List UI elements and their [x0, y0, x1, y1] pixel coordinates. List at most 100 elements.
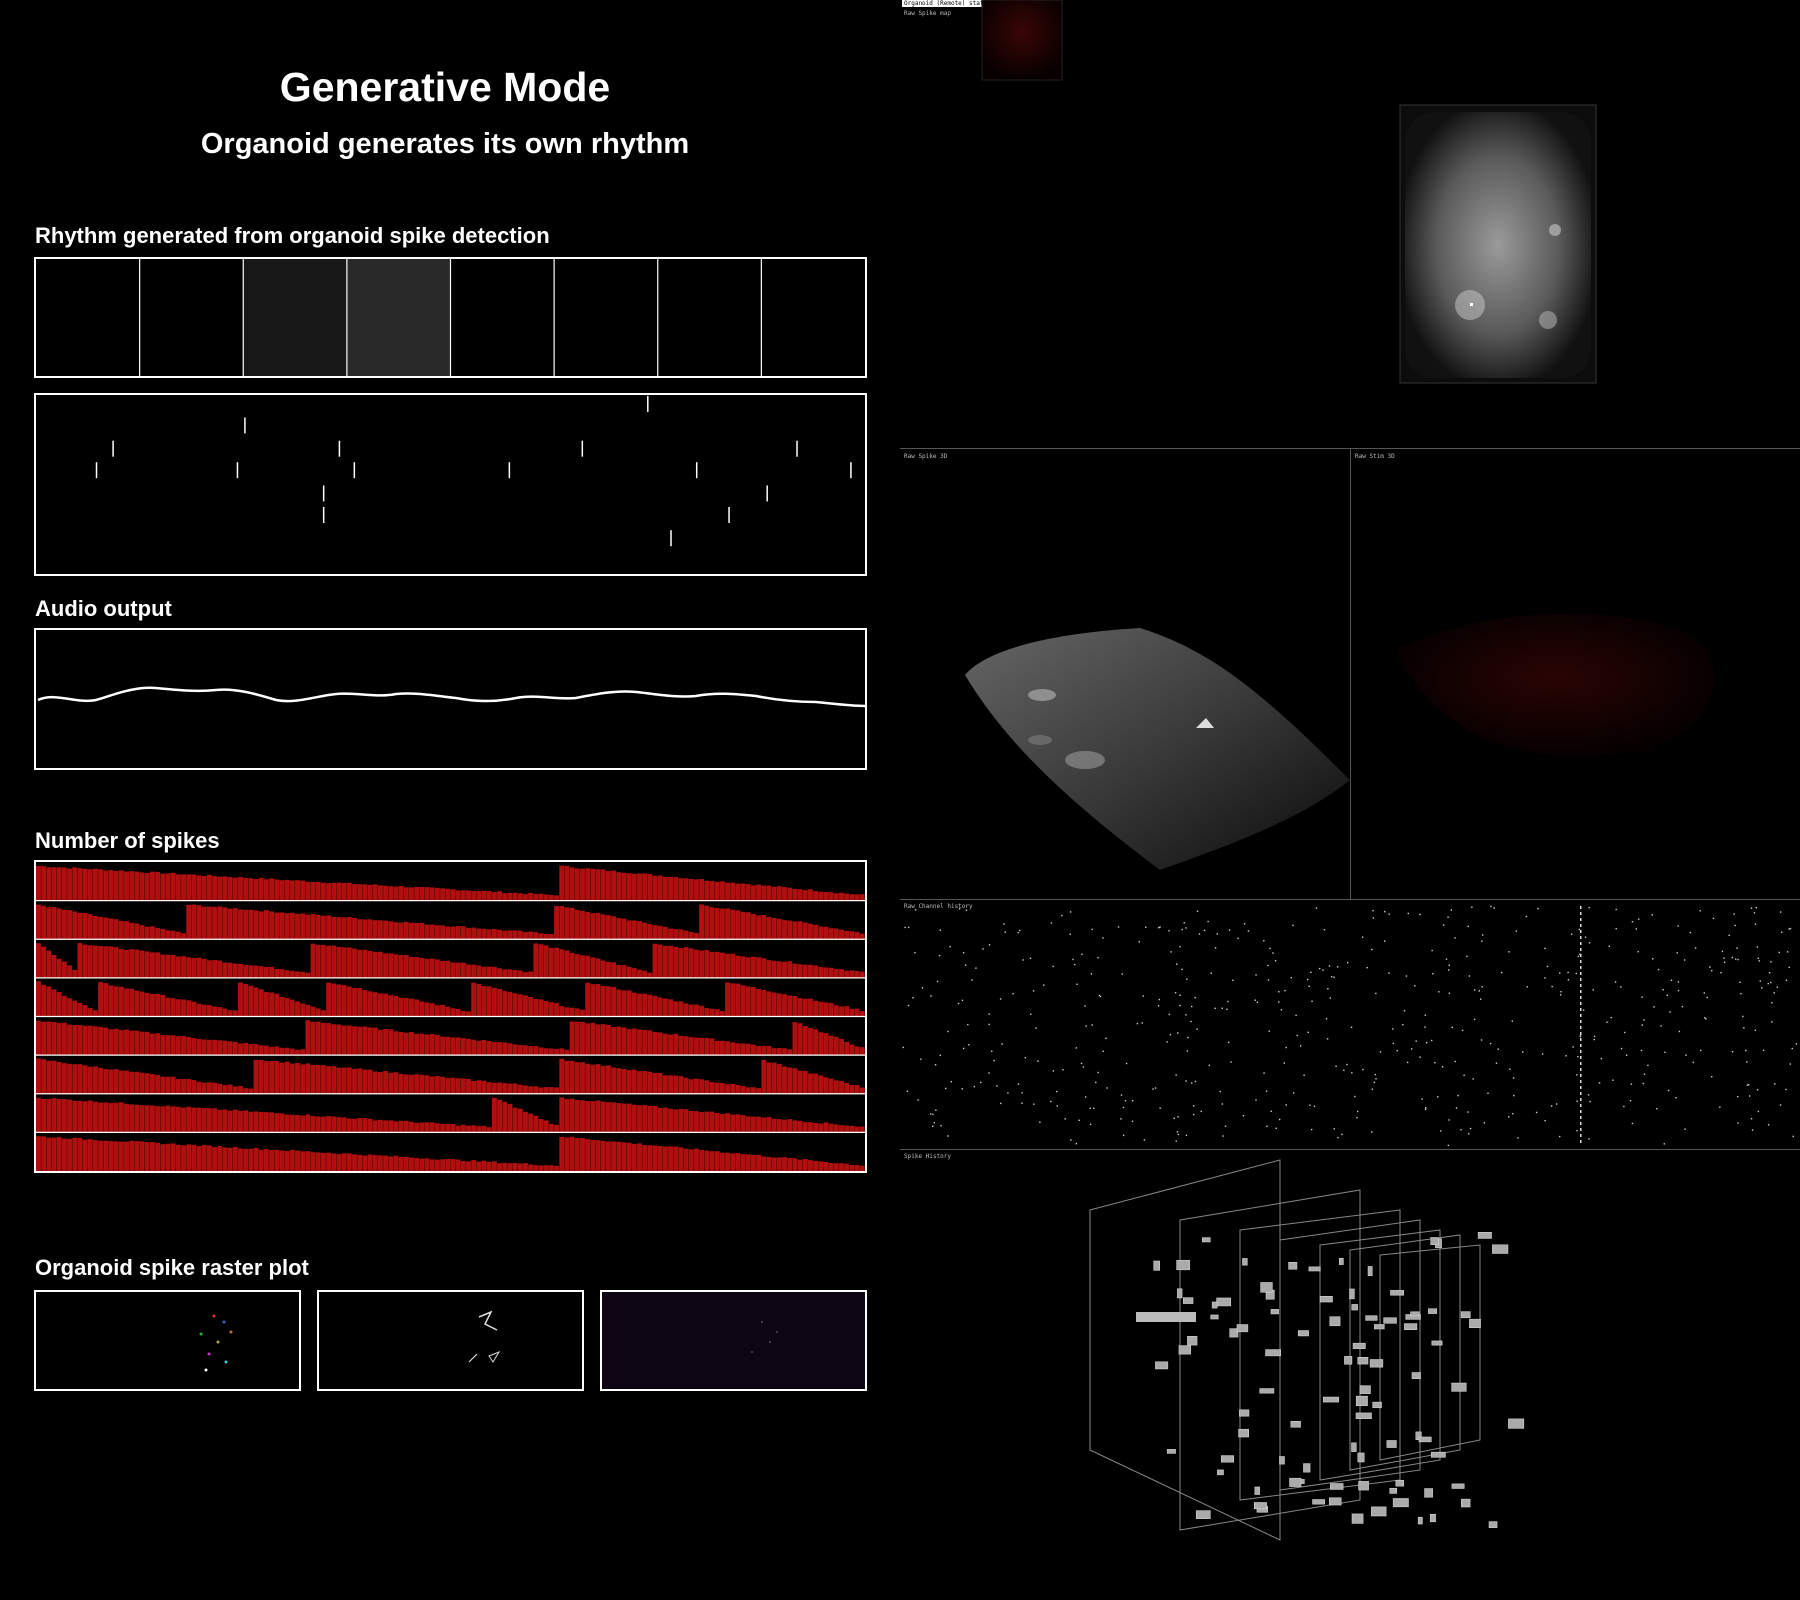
channel-dot: [1788, 966, 1790, 969]
spike-count-bar: [206, 874, 212, 901]
channel-dot: [1373, 1081, 1376, 1084]
spike-count-bar: [56, 992, 62, 1017]
spike-count-bar: [455, 962, 461, 978]
spike-count-bar: [305, 972, 311, 978]
spike-count-bar: [699, 904, 705, 940]
spike-count-bar: [367, 950, 373, 978]
spike-count-bar: [82, 1005, 88, 1017]
spike-count-bar: [82, 1139, 88, 1171]
spike-count-bar: [253, 1044, 259, 1056]
spike-count-bar: [98, 1140, 104, 1171]
channel-dot: [1174, 991, 1177, 994]
spike-count-bar: [134, 871, 140, 901]
spike-count-bar: [113, 986, 119, 1017]
spike-count-bar: [440, 1036, 446, 1056]
spike-count-bar: [295, 1115, 300, 1133]
channel-dot: [1593, 1035, 1596, 1038]
spike-count-bar: [181, 1145, 186, 1171]
spike-count-bar: [258, 1112, 264, 1133]
channel-dot: [1481, 940, 1483, 942]
channel-dot: [1039, 1121, 1041, 1123]
spike-count-bar: [523, 1045, 528, 1056]
spike-count-bar: [833, 1124, 839, 1133]
spike-count-bar: [569, 867, 575, 901]
channel-dot: [1185, 1080, 1187, 1082]
channel-dot: [1309, 1104, 1311, 1106]
spike-count-bar: [574, 1100, 580, 1133]
spike-count-bar: [792, 1068, 798, 1094]
spike-count-bar: [46, 907, 52, 940]
channel-dot: [1750, 1118, 1753, 1120]
channel-dot: [1786, 951, 1789, 953]
spike-count-bar: [372, 1027, 378, 1056]
spike-count-bar: [694, 1078, 699, 1094]
spike-count-bar: [372, 884, 378, 901]
channel-dot: [1576, 1100, 1578, 1102]
channel-dot: [993, 1059, 995, 1062]
spike-count-bar: [652, 875, 658, 901]
channel-dot: [1734, 924, 1736, 927]
spike-count-bar: [730, 983, 736, 1017]
spike-count-bar: [523, 1111, 528, 1133]
spike-count-bar: [538, 1047, 544, 1056]
spike-count-bar: [393, 1072, 399, 1094]
spike-count-bar: [626, 873, 632, 901]
spike-count-bar: [813, 965, 819, 978]
spike-count-bar: [662, 998, 668, 1017]
spike-count-bar: [341, 947, 347, 978]
channel-dot: [1050, 1100, 1052, 1103]
channel-dot: [1267, 964, 1269, 967]
spike-count-bar: [828, 1078, 834, 1094]
spike-count-bar: [616, 964, 622, 978]
channel-dot: [1767, 982, 1769, 985]
spike-count-bar: [388, 953, 394, 978]
spike-count-bar: [108, 1103, 114, 1133]
spike-count-bar: [460, 926, 466, 940]
spike-count-bar: [808, 964, 813, 978]
channel-dot: [1243, 923, 1246, 925]
spike-count-bar: [771, 960, 777, 978]
spike-count-bar: [124, 921, 129, 940]
channel-dot: [1669, 1011, 1671, 1013]
history-block: [1288, 1262, 1298, 1270]
channel-dot: [1509, 1068, 1511, 1070]
rhythm-step: [554, 259, 658, 376]
spike-count-bar: [92, 1140, 98, 1171]
spike-count-bar: [740, 1085, 746, 1094]
channel-dot: [973, 1085, 976, 1088]
spike-count-bar: [56, 908, 62, 940]
spike-count-bar: [818, 891, 824, 901]
spike-count-bar: [471, 927, 477, 940]
spike-count-bar: [118, 949, 124, 978]
spike-count-bar: [808, 889, 813, 901]
spike-count-bar: [36, 943, 41, 978]
spike-count-bar: [46, 1098, 52, 1133]
spike-count-bar: [652, 1145, 658, 1171]
spike-count-bar: [642, 1030, 648, 1056]
spike-count-bar: [704, 949, 710, 978]
spike-count-bar: [305, 1151, 311, 1171]
spike-count-bar: [217, 1083, 223, 1094]
history-block: [1357, 1452, 1365, 1463]
channel-dot: [1265, 1090, 1268, 1092]
channel-dot: [1437, 1096, 1439, 1098]
spike-count-bar: [776, 993, 782, 1017]
spike-count-bar: [564, 1099, 570, 1133]
spike-count-bar: [611, 1027, 616, 1056]
channel-dot: [1336, 966, 1339, 968]
channel-dot: [1620, 1047, 1623, 1050]
channel-dot: [1190, 1020, 1192, 1023]
spike-count-bar: [745, 1154, 751, 1171]
spike-count-bar: [688, 1004, 694, 1017]
channel-dot: [940, 1125, 942, 1127]
spike-count-bar: [533, 1115, 539, 1133]
spike-count-bar: [766, 1156, 772, 1171]
spike-count-bar: [554, 1048, 560, 1056]
spike-count-bar: [326, 945, 332, 978]
spike-count-bar: [300, 1049, 306, 1056]
spike-count-bar: [149, 926, 155, 940]
channel-dot: [1311, 1000, 1313, 1002]
channel-dot: [1748, 1095, 1751, 1097]
channel-dot: [1187, 1036, 1189, 1039]
spike-count-bar: [491, 1042, 497, 1056]
